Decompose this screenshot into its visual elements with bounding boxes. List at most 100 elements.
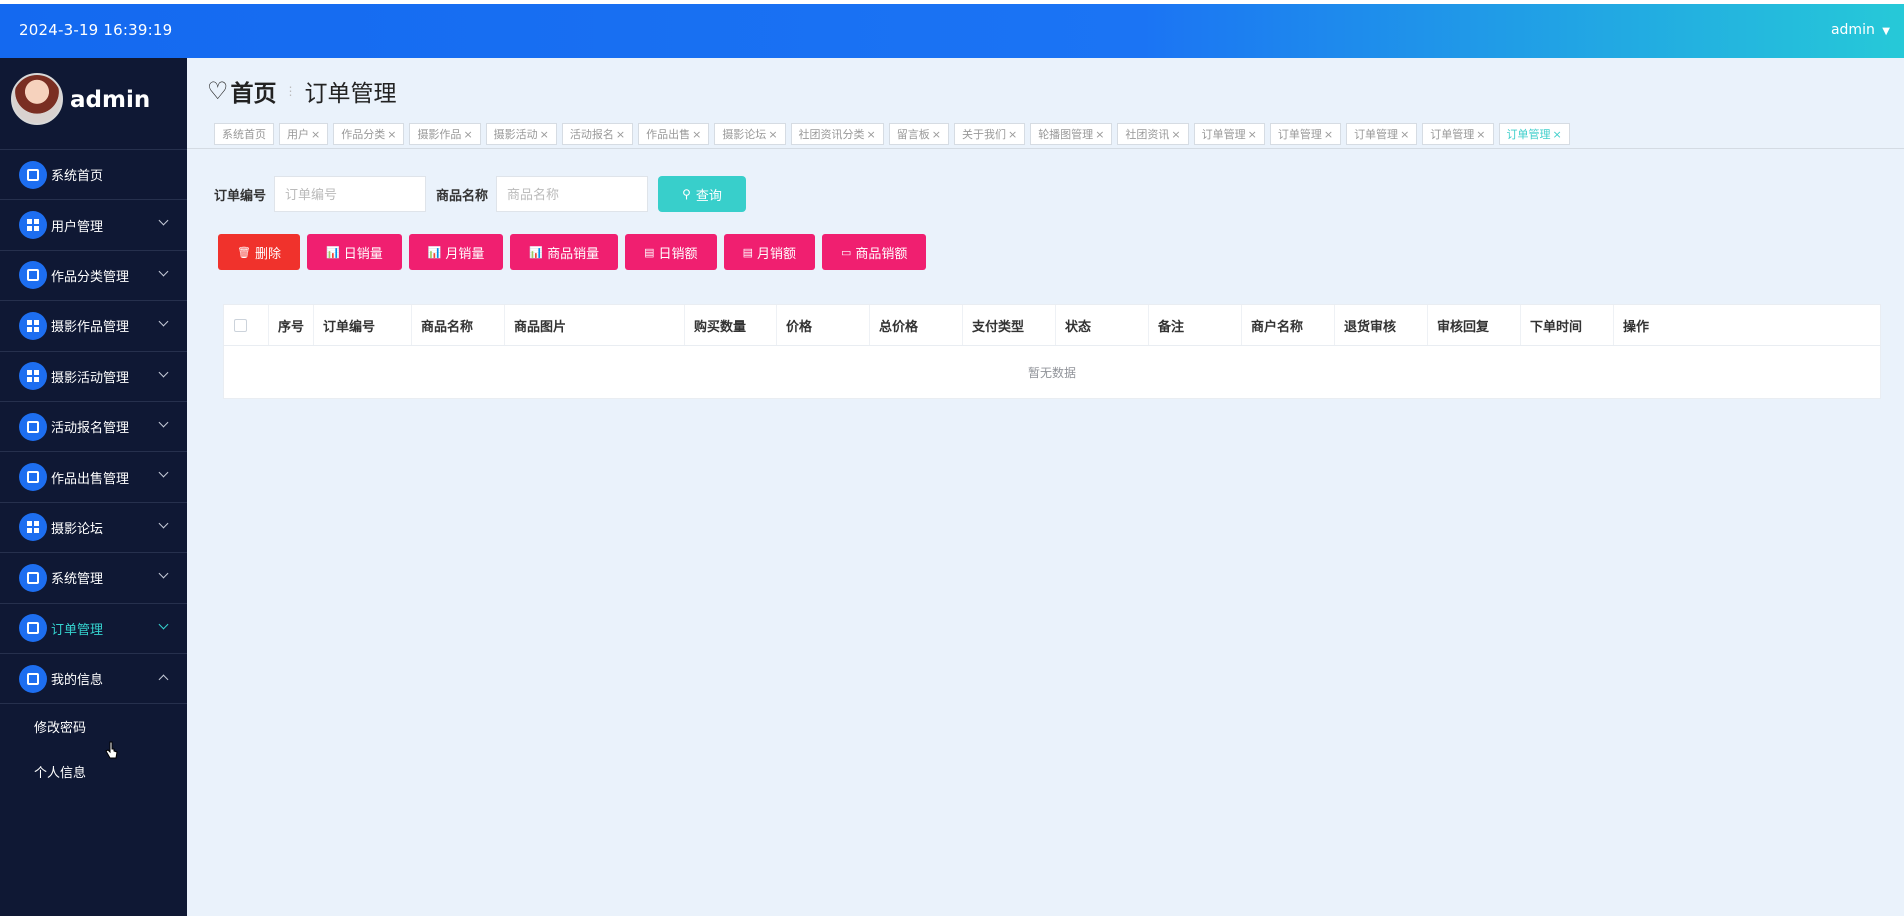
sidebar-profile: admin: [0, 58, 187, 150]
divider: [187, 148, 1904, 149]
column-header: 商品图片: [505, 305, 685, 345]
tab-tag[interactable]: 摄影作品 ×: [409, 123, 481, 145]
sidebar-item-label: 活动报名管理: [51, 421, 130, 437]
chevron-down-icon: [158, 266, 169, 277]
close-icon[interactable]: ×: [1553, 128, 1562, 141]
search-form: 订单编号 商品名称 ⚲ 查询: [214, 176, 747, 212]
tab-tag[interactable]: 社团资讯分类 ×: [790, 123, 884, 145]
close-icon[interactable]: ×: [616, 128, 625, 141]
close-icon[interactable]: ×: [1095, 128, 1104, 141]
tab-tag[interactable]: 订单管理 ×: [1346, 123, 1418, 145]
tag-label: 订单管理: [1506, 128, 1551, 141]
sidebar-item-label: 系统管理: [51, 572, 104, 588]
sidebar-item[interactable]: 活动报名管理: [0, 402, 187, 453]
close-icon[interactable]: ×: [768, 128, 777, 141]
close-icon[interactable]: ×: [387, 128, 396, 141]
mouse-cursor-icon: [105, 741, 118, 759]
daily-sales-amount-button[interactable]: ▤ 日销额: [625, 234, 717, 270]
close-icon[interactable]: ×: [1171, 128, 1180, 141]
close-icon[interactable]: ×: [540, 128, 549, 141]
tab-tag[interactable]: 订单管理 ×: [1498, 123, 1570, 145]
tag-label: 摄影论坛: [722, 128, 767, 141]
tab-tag[interactable]: 系统首页: [214, 123, 274, 145]
monthly-sales-amount-button[interactable]: ▤ 月销额: [723, 234, 815, 270]
column-header: 商户名称: [1242, 305, 1335, 345]
chart-icon: ▤: [644, 246, 655, 259]
tab-tag[interactable]: 活动报名 ×: [561, 123, 634, 145]
product-name-input[interactable]: [496, 176, 649, 212]
home-icon: [19, 160, 47, 189]
column-header: 订单编号: [314, 305, 412, 345]
user-menu[interactable]: admin ▼: [1831, 22, 1890, 38]
sidebar-item-label: 系统首页: [51, 169, 104, 185]
sidebar-item[interactable]: 系统管理: [0, 553, 187, 604]
sidebar-item[interactable]: 用户管理: [0, 200, 187, 251]
sidebar-item[interactable]: 系统首页: [0, 150, 187, 201]
delete-button[interactable]: 🗑 删除: [218, 234, 300, 270]
chat-icon: [19, 563, 47, 592]
close-icon[interactable]: ×: [932, 128, 941, 141]
chevron-down-icon: [158, 316, 169, 327]
close-icon[interactable]: ×: [1248, 128, 1257, 141]
main-content: ♡ 首页 ⋮ 订单管理 系统首页 用户 × 作品分类 × 摄影作品 × 摄影活动 × 活动报名 × 作…: [187, 58, 1904, 916]
chevron-down-icon: [158, 215, 169, 226]
select-all-checkbox[interactable]: [234, 318, 247, 332]
submenu-item[interactable]: 修改密码: [0, 704, 187, 749]
sidebar-item[interactable]: 作品分类管理: [0, 251, 187, 302]
user-icon: [19, 614, 47, 643]
sidebar-item[interactable]: 作品出售管理: [0, 452, 187, 503]
sidebar-item-label: 摄影论坛: [51, 521, 104, 537]
order-no-input[interactable]: [274, 176, 427, 212]
daily-sales-volume-button[interactable]: 📊 日销量: [306, 234, 402, 270]
tab-tag[interactable]: 轮播图管理 ×: [1030, 123, 1113, 145]
tab-tag[interactable]: 订单管理 ×: [1193, 123, 1265, 145]
close-icon[interactable]: ×: [867, 128, 876, 141]
tab-tag[interactable]: 社团资讯 ×: [1117, 123, 1189, 145]
query-button[interactable]: ⚲ 查询: [658, 176, 747, 212]
tag-label: 订单管理: [1201, 128, 1246, 141]
close-icon[interactable]: ×: [1324, 128, 1333, 141]
chevron-down-icon: [158, 518, 169, 529]
sidebar-item[interactable]: 摄影作品管理: [0, 301, 187, 352]
close-icon[interactable]: ×: [1400, 128, 1409, 141]
close-icon[interactable]: ×: [1008, 128, 1017, 141]
column-header: 价格: [777, 305, 870, 345]
tab-tag[interactable]: 作品出售 ×: [638, 123, 710, 145]
close-icon[interactable]: ×: [311, 128, 320, 141]
sidebar-item[interactable]: 摄影活动管理: [0, 352, 187, 402]
product-sales-amount-button[interactable]: ▭ 商品销额: [821, 234, 927, 270]
tab-tag[interactable]: 关于我们 ×: [953, 123, 1026, 145]
monthly-sales-volume-button[interactable]: 📊 月销量: [408, 234, 504, 270]
tab-tag[interactable]: 用户 ×: [279, 123, 329, 145]
sidebar-username: admin: [70, 87, 151, 113]
button-label: 月销量: [445, 245, 485, 261]
close-icon[interactable]: ×: [692, 128, 701, 141]
product-sales-volume-button[interactable]: 📊 商品销量: [510, 234, 619, 270]
tag-label: 作品出售: [646, 128, 691, 141]
close-icon[interactable]: ×: [1476, 128, 1485, 141]
sidebar-item[interactable]: 我的信息: [0, 654, 187, 705]
breadcrumb-home[interactable]: 首页: [231, 74, 277, 108]
tag-label: 系统首页: [222, 128, 266, 141]
close-icon[interactable]: ×: [463, 128, 472, 141]
avatar: [11, 73, 63, 125]
sidebar-item[interactable]: 摄影论坛: [0, 503, 187, 554]
chart-icon: ▤: [742, 246, 753, 259]
query-label: 查询: [695, 187, 722, 203]
tab-tag[interactable]: 摄影活动 ×: [485, 123, 557, 145]
top-header: 2024-3-19 16:39:19 admin ▼: [0, 4, 1904, 58]
submenu-item[interactable]: 个人信息: [0, 749, 187, 794]
tab-tag[interactable]: 作品分类 ×: [333, 123, 405, 145]
chart-icon: 📊: [529, 246, 544, 259]
sidebar-item-label: 用户管理: [51, 219, 104, 235]
sidebar-item[interactable]: 订单管理: [0, 604, 187, 654]
button-label: 商品销量: [547, 245, 600, 261]
tag-label: 活动报名: [569, 128, 614, 141]
tab-tag[interactable]: 订单管理 ×: [1269, 123, 1342, 145]
table-header: 序号 订单编号 商品名称 商品图片 购买数量 价格 总价格 支付类型 状态 备注 商户名称 退货审核审…: [224, 305, 1880, 346]
tab-tag[interactable]: 留言板 ×: [888, 123, 949, 145]
tag-label: 订单管理: [1277, 128, 1322, 141]
tab-tag[interactable]: 摄影论坛 ×: [714, 123, 786, 145]
tab-tag[interactable]: 订单管理 ×: [1422, 123, 1494, 145]
caret-down-icon: ▼: [1882, 26, 1890, 37]
